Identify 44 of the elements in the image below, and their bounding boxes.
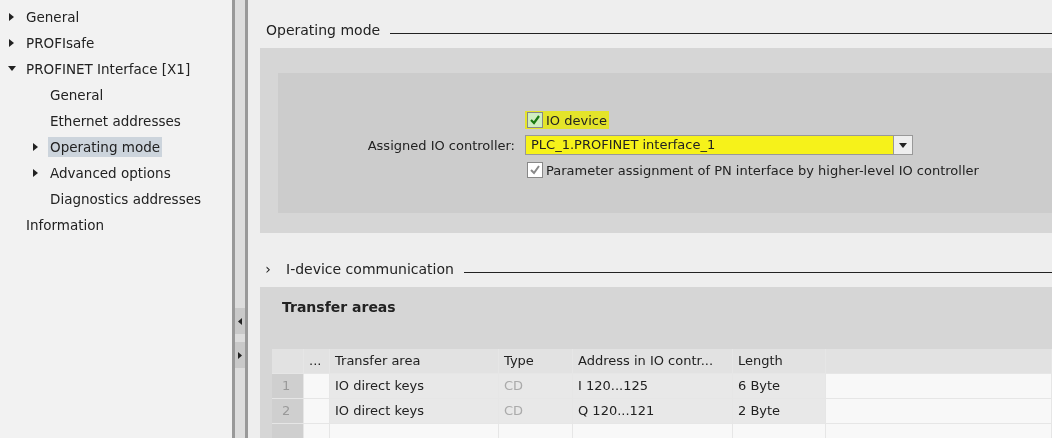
table-cell: [304, 374, 330, 399]
expand-right-button[interactable]: [235, 342, 245, 368]
checkmark-icon: [529, 164, 541, 176]
field-label: Assigned IO controller:: [366, 137, 516, 153]
checkmark-icon: [529, 114, 541, 126]
io-device-checkbox[interactable]: IO device: [525, 111, 609, 129]
column-header[interactable]: ...: [304, 349, 330, 374]
expand-arrow-icon[interactable]: [8, 13, 16, 21]
table-cell: IO direct keys: [330, 374, 499, 399]
collapse-left-button[interactable]: [235, 308, 245, 334]
column-header[interactable]: Type: [499, 349, 573, 374]
column-header[interactable]: Address in IO contr...: [573, 349, 733, 374]
tree-item[interactable]: PROFINET Interface [X1]: [24, 59, 193, 79]
table-cell: IO direct keys: [330, 399, 499, 424]
expand-arrow-icon[interactable]: [32, 143, 40, 151]
expand-arrow-icon[interactable]: [32, 169, 40, 177]
tree-item[interactable]: Ethernet addresses: [48, 111, 183, 131]
table-cell: [304, 399, 330, 424]
table-cell: CD: [499, 374, 573, 399]
tree-item[interactable]: Diagnostics addresses: [48, 189, 203, 209]
tree-item[interactable]: General: [48, 85, 106, 105]
table-cell: Q 120...121: [573, 399, 733, 424]
controller-dropdown[interactable]: PLC_1.PROFINET interface_1: [525, 135, 913, 155]
table-cell: I 120...125: [573, 374, 733, 399]
expand-arrow-icon[interactable]: [8, 65, 16, 73]
panel-title: Transfer areas: [282, 299, 397, 315]
section-title: Operating mode: [266, 22, 381, 38]
tree-item[interactable]: Advanced options: [48, 163, 173, 183]
row-header-cell: [272, 349, 304, 374]
section-title: I-device communication: [286, 261, 454, 277]
tree-item[interactable]: Operating mode: [48, 137, 163, 157]
tree-item[interactable]: Information: [24, 215, 107, 235]
table-cell: 6 Byte: [733, 374, 826, 399]
tree-item[interactable]: General: [24, 7, 82, 27]
table-cell: CD: [499, 399, 573, 424]
dropdown-caret-icon: [899, 142, 907, 148]
collapse-chevron-icon[interactable]: ›: [260, 261, 276, 277]
expand-arrow-icon[interactable]: [8, 39, 16, 47]
tree-item[interactable]: PROFIsafe: [24, 33, 97, 53]
column-header[interactable]: Transfer area: [330, 349, 499, 374]
column-header[interactable]: Length: [733, 349, 826, 374]
left-arrow-icon: [238, 317, 242, 325]
table-cell: 2 Byte: [733, 399, 826, 424]
right-arrow-icon: [238, 351, 242, 359]
